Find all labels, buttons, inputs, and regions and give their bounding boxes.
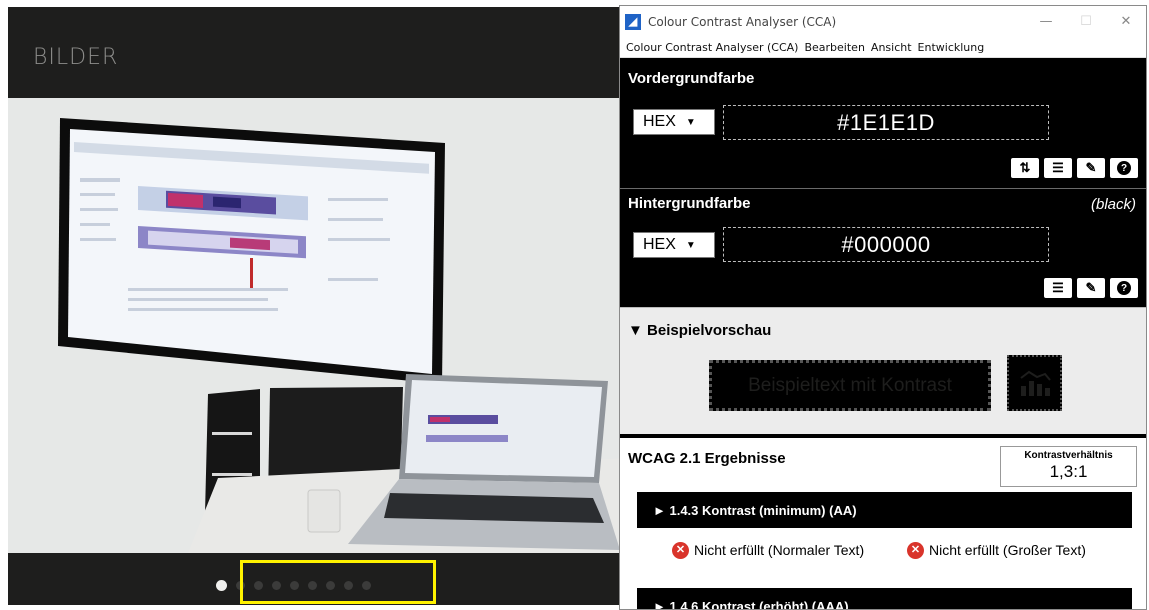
criterion-1-4-3-toggle[interactable]: ► 1.4.3 Kontrast (minimum) (AA) — [637, 492, 1132, 528]
chevron-down-icon: ▼ — [685, 239, 696, 251]
contrast-ratio-box: Kontrastverhältnis 1,3:1 — [1000, 446, 1137, 487]
help-icon: ? — [1117, 281, 1131, 295]
result-normal-text-label: Nicht erfüllt (Normaler Text) — [694, 542, 865, 558]
background-sliders-button[interactable]: ☰ — [1044, 278, 1072, 298]
sliders-icon: ☰ — [1052, 280, 1064, 295]
criterion-1-4-6-toggle[interactable]: ► 1.4.6 Kontrast (erhöht) (AAA) — [637, 588, 1132, 609]
sample-text-preview: Beispieltext mit Kontrast — [709, 360, 991, 411]
foreground-title: Vordergrundfarbe — [628, 70, 755, 87]
minimize-button[interactable]: — — [1026, 6, 1066, 37]
eyedropper-icon: ✎ — [1085, 280, 1097, 295]
menu-bar: Colour Contrast Analyser (CCA) Bearbeite… — [620, 37, 1146, 58]
result-normal-text: ✕ Nicht erfüllt (Normaler Text) — [672, 542, 887, 559]
wcag-title: WCAG 2.1 Ergebnisse — [628, 450, 786, 467]
preview-toggle[interactable]: ▼ Beispielvorschau — [628, 322, 771, 339]
window-title: Colour Contrast Analyser (CCA) — [648, 14, 837, 29]
highlight-annotation-box — [240, 560, 436, 604]
eyedropper-icon: ✎ — [1085, 160, 1097, 175]
photo-illustration — [8, 98, 620, 553]
screen: BILDER ◢ Colour Contrast Analyser (CCA) … — [0, 0, 1149, 610]
foreground-format-value: HEX — [643, 113, 676, 130]
background-section: Hintergrundfarbe (black) HEX ▼ #000000 ☰… — [620, 189, 1146, 307]
cca-window: ◢ Colour Contrast Analyser (CCA) — ☐ ✕ C… — [619, 5, 1147, 610]
foreground-section: Vordergrundfarbe HEX ▼ #1E1E1D ⇅ ☰ ✎ ? — [620, 58, 1146, 189]
image-gallery: BILDER — [8, 7, 620, 605]
background-title: Hintergrundfarbe — [628, 195, 751, 212]
contrast-ratio-value: 1,3:1 — [1049, 462, 1088, 481]
foreground-tools: ⇅ ☰ ✎ ? — [1011, 158, 1138, 178]
menu-ansicht[interactable]: Ansicht — [871, 41, 912, 54]
foreground-format-select[interactable]: HEX ▼ — [633, 109, 715, 135]
result-large-text: ✕ Nicht erfüllt (Großer Text) — [907, 542, 1086, 559]
wcag-results-section: WCAG 2.1 Ergebnisse Kontrastverhältnis 1… — [620, 438, 1146, 609]
background-tools: ☰ ✎ ? — [1044, 278, 1138, 298]
foreground-eyedropper-button[interactable]: ✎ — [1077, 158, 1105, 178]
gallery-photo[interactable] — [8, 98, 620, 553]
maximize-button[interactable]: ☐ — [1066, 6, 1106, 37]
menu-app[interactable]: Colour Contrast Analyser (CCA) — [626, 41, 798, 54]
background-color-name: (black) — [1090, 196, 1136, 213]
swap-colors-button[interactable]: ⇅ — [1011, 158, 1039, 178]
chevron-down-icon: ▼ — [685, 116, 696, 128]
gallery-title: BILDER — [33, 45, 119, 70]
fail-icon: ✕ — [907, 542, 924, 559]
result-large-text-label: Nicht erfüllt (Großer Text) — [929, 542, 1086, 558]
chart-icon — [1007, 355, 1062, 411]
menu-entwicklung[interactable]: Entwicklung — [918, 41, 985, 54]
sliders-icon: ☰ — [1052, 160, 1064, 175]
background-format-value: HEX — [643, 236, 676, 253]
close-button[interactable]: ✕ — [1106, 6, 1146, 37]
cca-app-icon: ◢ — [625, 13, 641, 30]
background-eyedropper-button[interactable]: ✎ — [1077, 278, 1105, 298]
background-hex-input[interactable]: #000000 — [723, 227, 1049, 262]
foreground-hex-input[interactable]: #1E1E1D — [723, 105, 1049, 140]
swap-icon: ⇅ — [1019, 160, 1031, 175]
fail-icon: ✕ — [672, 542, 689, 559]
title-bar[interactable]: ◢ Colour Contrast Analyser (CCA) — ☐ ✕ — [620, 6, 1146, 37]
foreground-sliders-button[interactable]: ☰ — [1044, 158, 1072, 178]
help-icon: ? — [1117, 161, 1131, 175]
menu-bearbeiten[interactable]: Bearbeiten — [804, 41, 864, 54]
preview-section: ▼ Beispielvorschau Beispieltext mit Kont… — [620, 307, 1146, 434]
window-controls: — ☐ ✕ — [1026, 6, 1146, 37]
slide-dot-active[interactable] — [216, 579, 227, 591]
background-help-button[interactable]: ? — [1110, 278, 1138, 298]
contrast-ratio-label: Kontrastverhältnis — [1024, 450, 1113, 461]
background-format-select[interactable]: HEX ▼ — [633, 232, 715, 258]
foreground-help-button[interactable]: ? — [1110, 158, 1138, 178]
